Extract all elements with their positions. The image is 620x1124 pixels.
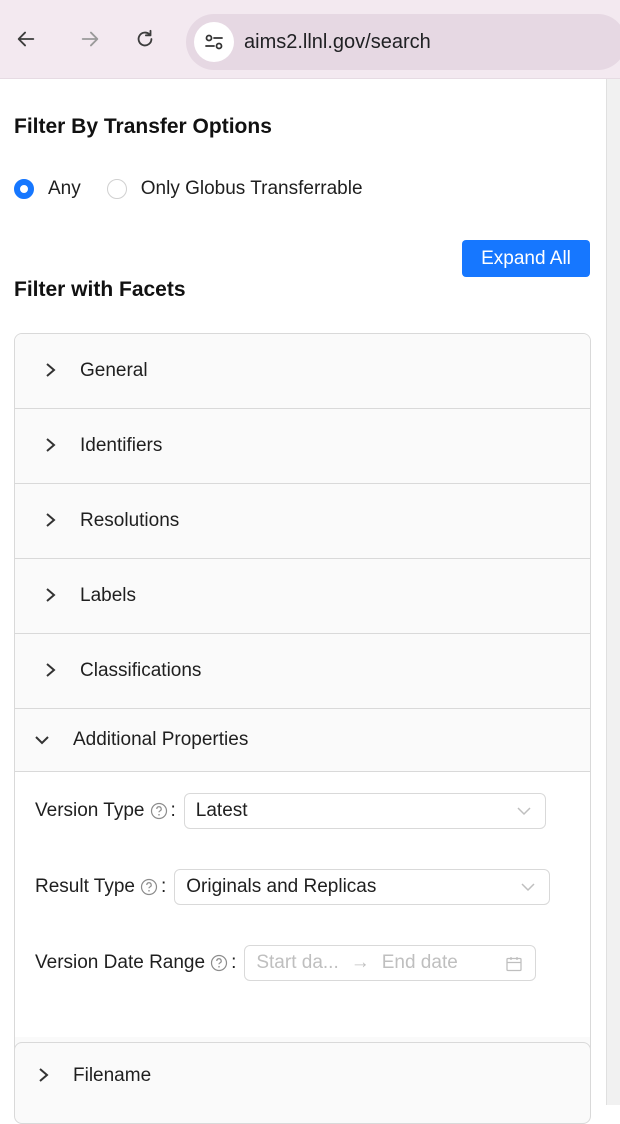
chevron-right-icon — [46, 438, 56, 452]
transfer-radio-group: Any Only Globus Transferrable — [14, 174, 389, 204]
radio-any[interactable] — [14, 179, 34, 199]
panel-general-label: General — [80, 360, 148, 381]
chevron-right-icon — [46, 513, 56, 527]
date-range-picker[interactable]: Start da... → End date — [244, 945, 537, 981]
site-settings-icon[interactable] — [194, 22, 234, 62]
version-type-colon: : — [170, 800, 176, 821]
forward-arrow-icon[interactable] — [78, 27, 102, 51]
panel-labels[interactable]: Labels — [15, 559, 590, 634]
calendar-icon[interactable] — [505, 955, 523, 973]
help-icon[interactable] — [150, 802, 168, 820]
expand-all-button[interactable]: Expand All — [462, 240, 590, 277]
radio-globus[interactable] — [106, 179, 127, 199]
version-type-value: Latest — [195, 800, 248, 821]
chevron-down-icon — [521, 883, 535, 892]
panel-additional-properties[interactable]: Additional Properties — [15, 709, 590, 772]
address-bar[interactable]: aims2.llnl.gov/search — [186, 14, 620, 70]
url-text[interactable]: aims2.llnl.gov/search — [244, 31, 431, 54]
date-range-label: Version Date Range — [35, 952, 206, 973]
panel-classifications-label: Classifications — [80, 660, 202, 681]
result-type-select[interactable]: Originals and Replicas — [174, 869, 551, 905]
panel-resolutions-label: Resolutions — [80, 510, 180, 531]
panel-filename[interactable]: Filename — [14, 1042, 591, 1124]
radio-globus-label[interactable]: Only Globus Transferrable — [141, 178, 363, 200]
browser-toolbar: aims2.llnl.gov/search — [0, 0, 620, 79]
radio-any-label[interactable]: Any — [48, 178, 81, 200]
panel-additional-label: Additional Properties — [73, 729, 249, 750]
date-range-row: Version Date Range : Start da... → End d… — [35, 944, 537, 982]
end-date-input[interactable]: End date — [382, 952, 458, 974]
transfer-options-title: Filter By Transfer Options — [14, 115, 272, 138]
panel-labels-label: Labels — [80, 585, 136, 606]
panel-resolutions[interactable]: Resolutions — [15, 484, 590, 559]
start-date-input[interactable]: Start da... — [256, 952, 338, 974]
result-type-row: Result Type : Originals and Replicas — [35, 868, 551, 906]
back-arrow-icon[interactable] — [14, 27, 38, 51]
result-type-value: Originals and Replicas — [186, 876, 377, 897]
facets-title: Filter with Facets — [14, 278, 186, 301]
panel-identifiers[interactable]: Identifiers — [15, 409, 590, 484]
help-icon[interactable] — [140, 878, 158, 896]
facets-collapse: General Identifiers Resolutions Labels C… — [14, 333, 591, 1095]
result-type-colon: : — [160, 876, 167, 897]
chevron-right-icon — [46, 363, 56, 377]
help-icon[interactable] — [210, 954, 228, 972]
version-type-select[interactable]: Latest — [183, 793, 546, 829]
panel-classifications[interactable]: Classifications — [15, 634, 590, 709]
range-arrow-icon: → — [350, 952, 370, 973]
date-range-colon: : — [231, 952, 237, 973]
chevron-right-icon — [46, 663, 56, 677]
panel-identifiers-label: Identifiers — [80, 435, 163, 456]
additional-properties-body: Version Type : Latest Result Type : Orig… — [15, 772, 590, 1037]
version-type-row: Version Type : Latest — [35, 792, 546, 830]
panel-filename-label: Filename — [73, 1065, 152, 1086]
chevron-right-icon — [46, 588, 56, 602]
chevron-right-icon — [39, 1068, 49, 1082]
chevron-down-icon — [35, 736, 49, 745]
reload-icon[interactable] — [133, 27, 157, 51]
result-type-label: Result Type — [35, 876, 135, 897]
filter-sidebar: Filter By Transfer Options Any Only Glob… — [0, 79, 606, 1124]
scrollbar[interactable] — [606, 79, 620, 1105]
chevron-down-icon — [517, 807, 531, 816]
version-type-label: Version Type — [35, 800, 145, 821]
panel-general[interactable]: General — [15, 334, 590, 409]
